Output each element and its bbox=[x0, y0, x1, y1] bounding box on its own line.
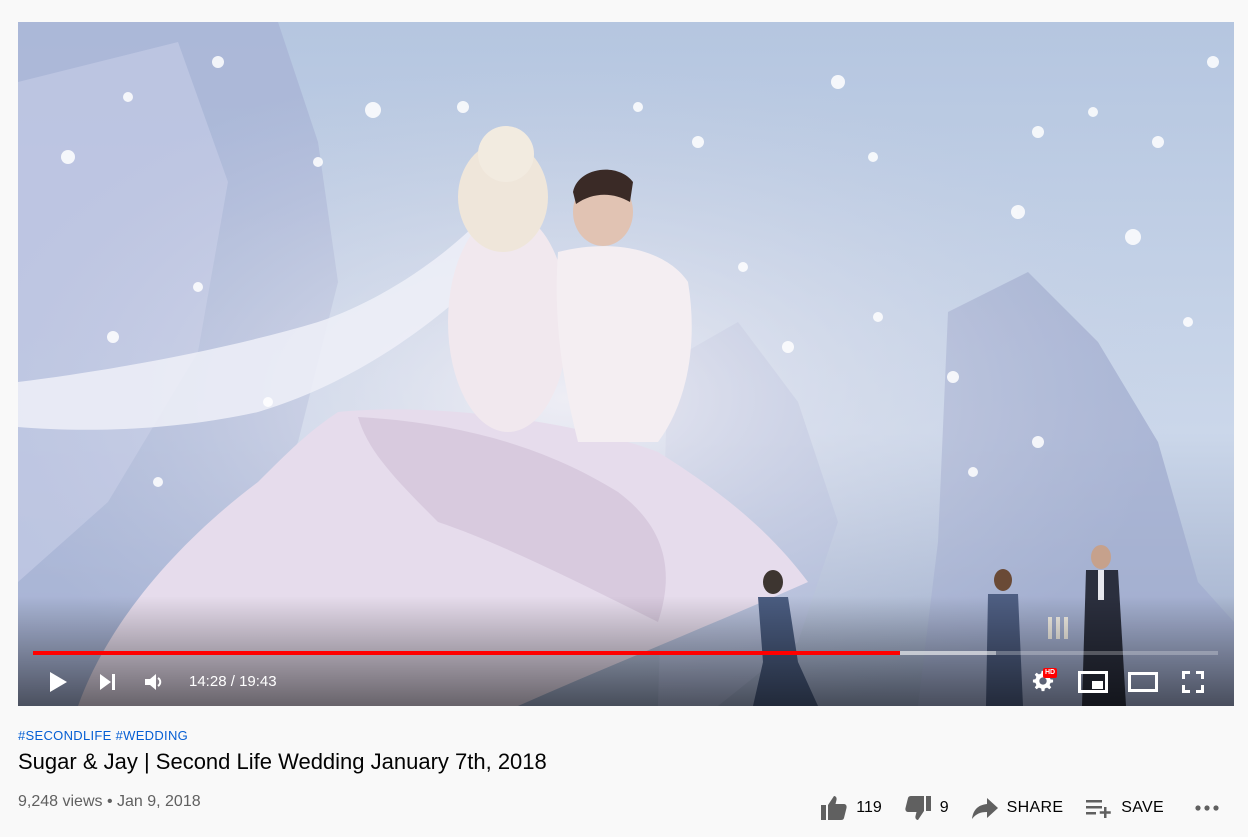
dot-separator: • bbox=[106, 793, 117, 810]
view-count: 9,248 views bbox=[18, 793, 103, 810]
time-separator: / bbox=[230, 673, 240, 690]
dislike-button[interactable]: 9 bbox=[904, 795, 949, 821]
hashtags: #SECONDLIFE #WEDDING bbox=[18, 728, 1234, 743]
theater-mode-button[interactable] bbox=[1125, 664, 1161, 700]
like-button[interactable]: 119 bbox=[820, 795, 882, 821]
volume-button[interactable] bbox=[136, 664, 172, 700]
upload-date: Jan 9, 2018 bbox=[117, 793, 201, 810]
thumbs-up-icon bbox=[821, 796, 847, 820]
playlist-add-icon bbox=[1086, 800, 1112, 818]
progress-played bbox=[33, 651, 901, 655]
share-label: SHARE bbox=[1006, 799, 1064, 816]
hashtag-link[interactable]: #SECONDLIFE bbox=[18, 728, 112, 743]
theater-mode-icon bbox=[1128, 672, 1158, 692]
time-display: 14:28 / 19:43 bbox=[189, 670, 277, 694]
thumbs-down-icon bbox=[905, 796, 931, 820]
miniplayer-button[interactable] bbox=[1075, 664, 1111, 700]
skip-next-icon bbox=[100, 674, 115, 690]
like-count: 119 bbox=[856, 799, 882, 816]
volume-icon bbox=[145, 674, 162, 690]
dislike-count: 9 bbox=[939, 799, 949, 816]
duration: 19:43 bbox=[239, 673, 277, 690]
play-icon bbox=[50, 672, 67, 692]
video-player[interactable]: 14:28 / 19:43 HD bbox=[18, 22, 1234, 706]
save-label: SAVE bbox=[1121, 799, 1164, 816]
current-time: 14:28 bbox=[189, 673, 227, 690]
action-buttons: 119 9 SHARE SAVE bbox=[798, 790, 1234, 826]
progress-bar[interactable] bbox=[33, 651, 1218, 655]
video-title: Sugar & Jay | Second Life Wedding Januar… bbox=[18, 749, 547, 774]
more-horizontal-icon bbox=[1195, 805, 1219, 811]
share-icon bbox=[971, 798, 998, 819]
stats-row: 9,248 views • Jan 9, 2018 119 9 SHARE SA… bbox=[18, 790, 1234, 826]
next-button[interactable] bbox=[90, 664, 126, 700]
settings-button[interactable]: HD bbox=[1026, 664, 1062, 700]
hd-badge: HD bbox=[1043, 668, 1058, 678]
save-button[interactable]: SAVE bbox=[1085, 797, 1164, 819]
more-actions-button[interactable] bbox=[1194, 804, 1220, 812]
fullscreen-icon bbox=[1182, 671, 1204, 693]
video-meta: #SECONDLIFE #WEDDING Sugar & Jay | Second… bbox=[18, 728, 1234, 776]
view-info: 9,248 views • Jan 9, 2018 bbox=[18, 793, 201, 811]
miniplayer-icon bbox=[1078, 671, 1108, 693]
share-button[interactable]: SHARE bbox=[971, 796, 1064, 820]
fullscreen-button[interactable] bbox=[1175, 664, 1211, 700]
play-button[interactable] bbox=[40, 664, 76, 700]
hashtag-link[interactable]: #WEDDING bbox=[116, 728, 188, 743]
